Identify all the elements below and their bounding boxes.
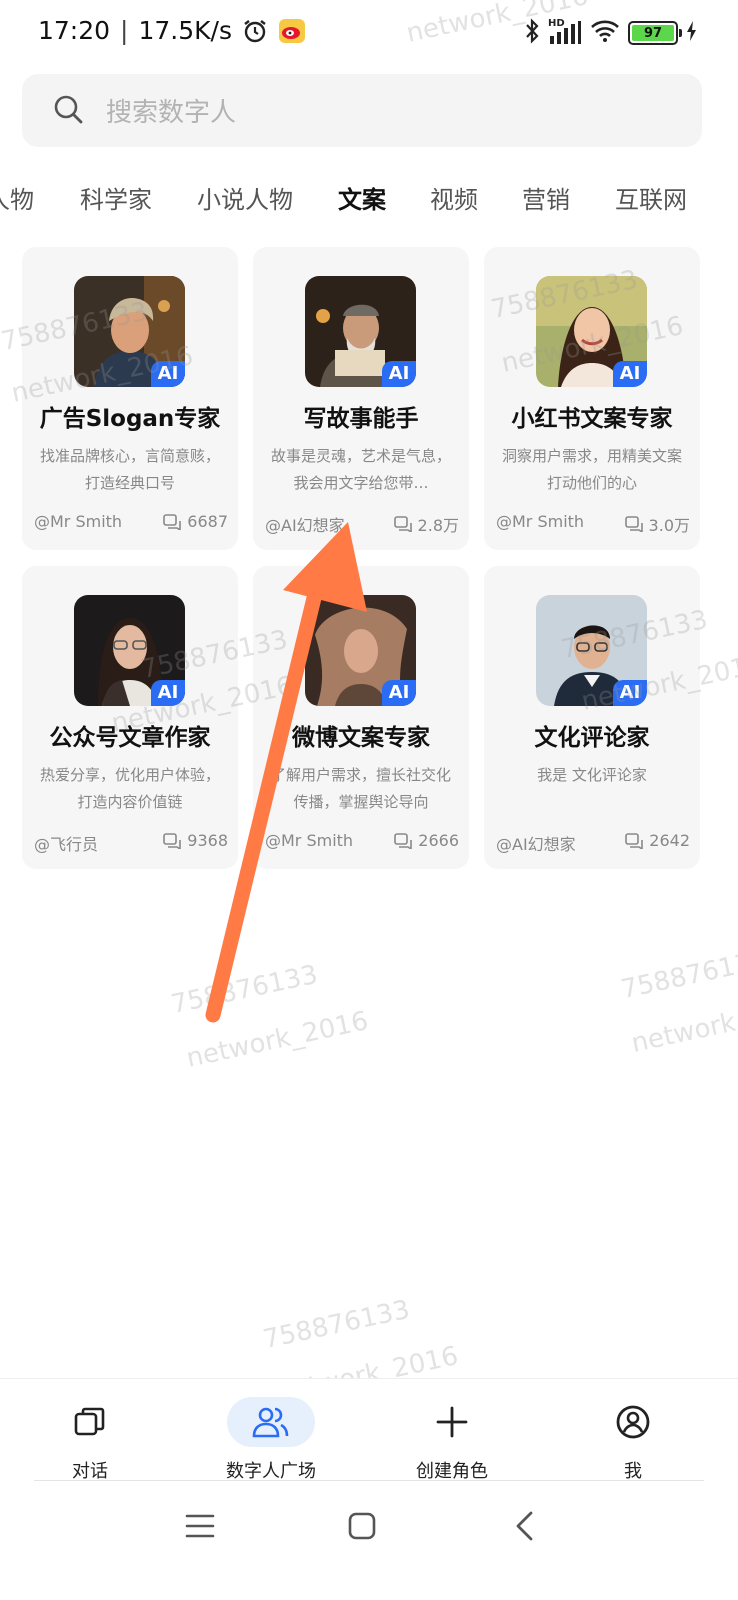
persona-card[interactable]: AI 公众号文章作家 热爱分享，优化用户体验，打造内容价值链 @飞行员 9368 <box>22 566 238 869</box>
tab-internet[interactable]: 互联网 <box>615 180 687 215</box>
card-description: 热爱分享，优化用户体验，打造内容价值链 <box>39 766 220 811</box>
ai-badge: AI <box>151 361 185 387</box>
avatar: AI <box>305 276 416 387</box>
avatar: AI <box>74 276 185 387</box>
tab-novel-characters[interactable]: 小说人物 <box>197 180 293 215</box>
watermark: 758876133 <box>260 1294 413 1356</box>
watermark: 758876133 <box>168 959 321 1021</box>
card-description: 找准品牌核心，言简意赅，打造经典口号 <box>39 447 220 492</box>
card-description: 我是 文化评论家 <box>537 766 647 784</box>
ai-badge: AI <box>382 361 416 387</box>
ai-badge: AI <box>613 680 647 706</box>
nav-item-digital-human-plaza[interactable]: 数字人广场 <box>201 1397 341 1483</box>
tab-marketing[interactable]: 营销 <box>522 180 570 215</box>
ai-badge: AI <box>382 680 416 706</box>
status-left: 17:20 | 17.5K/s <box>38 16 306 45</box>
home-icon[interactable] <box>344 1508 380 1544</box>
card-chat-count: 9368 <box>163 831 228 850</box>
chat-bubble-icon <box>163 832 182 850</box>
chat-bubble-icon <box>624 516 643 534</box>
chat-bubble-icon <box>393 516 412 534</box>
alarm-icon <box>242 18 268 44</box>
status-time: 17:20 <box>38 16 111 45</box>
chat-stack-icon <box>20 1397 160 1447</box>
card-description: 故事是灵魂，艺术是气息，我会用文字给您带… <box>270 447 451 492</box>
chat-bubble-icon <box>625 832 644 850</box>
chat-bubble-icon <box>163 513 182 531</box>
chat-count-value: 2642 <box>649 831 690 850</box>
card-author: @AI幻想家 <box>496 835 576 854</box>
card-author: @Mr Smith <box>34 512 123 531</box>
status-separator: | <box>120 16 129 45</box>
wifi-icon <box>590 19 620 47</box>
system-navigation <box>0 1490 738 1570</box>
tab-copywriting[interactable]: 文案 <box>338 180 386 215</box>
status-bar: 17:20 | 17.5K/s HD 97 <box>0 0 738 64</box>
persona-card[interactable]: AI 微博文案专家 了解用户需求，擅长社交化传播，掌握舆论导向 @Mr Smit… <box>253 566 469 869</box>
card-chat-count: 2642 <box>625 831 690 850</box>
bluetooth-icon <box>524 18 540 48</box>
battery-level: 97 <box>632 25 674 41</box>
card-chat-count: 2.8万 <box>393 512 459 536</box>
battery-icon: 97 <box>628 21 682 45</box>
watermark: network_2016 <box>628 991 738 1059</box>
ai-badge: AI <box>613 361 647 387</box>
back-icon[interactable] <box>508 1508 544 1544</box>
avatar: AI <box>536 276 647 387</box>
divider <box>34 1480 704 1481</box>
card-chat-count: 6687 <box>163 512 228 531</box>
weibo-icon <box>278 18 306 44</box>
card-title: 小红书文案专家 <box>511 406 673 432</box>
watermark: 758876133 <box>618 944 738 1006</box>
chat-bubble-icon <box>394 832 413 850</box>
tab-video[interactable]: 视频 <box>430 180 478 215</box>
chat-count-value: 9368 <box>187 831 228 850</box>
persona-card[interactable]: AI 写故事能手 故事是灵魂，艺术是气息，我会用文字给您带… @AI幻想家 2.… <box>253 247 469 550</box>
card-title: 广告Slogan专家 <box>39 406 221 432</box>
chat-count-value: 2666 <box>418 831 459 850</box>
signal-icon: HD <box>548 18 582 46</box>
charging-icon <box>686 20 698 46</box>
nav-item-chat[interactable]: 对话 <box>20 1397 160 1483</box>
search-bar[interactable]: 搜索数字人 <box>22 74 702 147</box>
card-author: @AI幻想家 <box>265 516 345 535</box>
avatar: AI <box>536 595 647 706</box>
bottom-nav: 对话 数字人广场 创建角色 我 <box>0 1378 738 1482</box>
card-description: 洞察用户需求，用精美文案打动他们的心 <box>501 447 682 492</box>
search-placeholder: 搜索数字人 <box>106 98 237 128</box>
tab-people[interactable]: 人物 <box>0 180 34 215</box>
persona-card[interactable]: AI 小红书文案专家 洞察用户需求，用精美文案打动他们的心 @Mr Smith … <box>484 247 700 550</box>
card-title: 公众号文章作家 <box>49 725 211 751</box>
network-speed: 17.5K/s <box>138 16 232 45</box>
status-right: HD 97 <box>524 18 698 48</box>
card-title: 文化评论家 <box>534 725 650 751</box>
search-icon <box>52 93 84 129</box>
card-author: @Mr Smith <box>496 512 585 531</box>
category-tabs: 人物 科学家 小说人物 文案 视频 营销 互联网 <box>0 180 738 220</box>
watermark: network_2016 <box>183 1006 371 1074</box>
ai-badge: AI <box>151 680 185 706</box>
card-author: @Mr Smith <box>265 831 354 850</box>
card-title: 写故事能手 <box>303 406 419 432</box>
chat-count-value: 2.8万 <box>417 516 459 535</box>
people-icon <box>227 1397 315 1447</box>
card-description: 了解用户需求，擅长社交化传播，掌握舆论导向 <box>270 766 451 811</box>
avatar: AI <box>74 595 185 706</box>
card-chat-count: 3.0万 <box>624 512 690 536</box>
plus-icon <box>382 1397 522 1447</box>
user-circle-icon <box>563 1397 703 1447</box>
menu-icon[interactable] <box>182 1508 218 1544</box>
chat-count-value: 6687 <box>187 512 228 531</box>
card-chat-count: 2666 <box>394 831 459 850</box>
card-title: 微博文案专家 <box>292 725 430 751</box>
persona-card[interactable]: AI 广告Slogan专家 找准品牌核心，言简意赅，打造经典口号 @Mr Smi… <box>22 247 238 550</box>
nav-item-create-role[interactable]: 创建角色 <box>382 1397 522 1483</box>
tab-scientist[interactable]: 科学家 <box>80 180 152 215</box>
persona-card[interactable]: AI 文化评论家 我是 文化评论家 @AI幻想家 2642 <box>484 566 700 869</box>
card-author: @飞行员 <box>34 835 99 854</box>
chat-count-value: 3.0万 <box>648 516 690 535</box>
nav-item-me[interactable]: 我 <box>563 1397 703 1483</box>
avatar: AI <box>305 595 416 706</box>
